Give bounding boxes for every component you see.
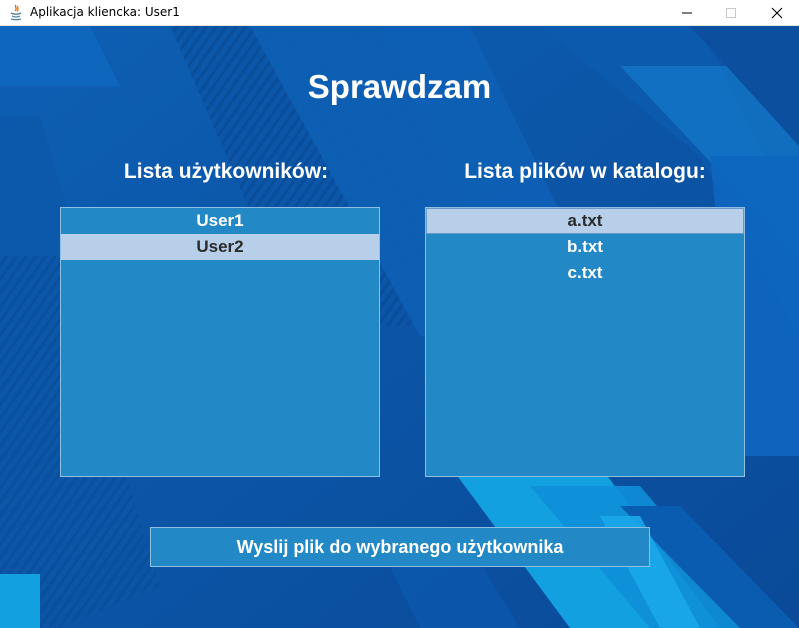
page-title: Sprawdzam bbox=[307, 68, 492, 105]
maximize-button[interactable] bbox=[708, 0, 754, 26]
main-panel: Sprawdzam Lista użytkowników: Lista plik… bbox=[0, 26, 799, 628]
minimize-icon bbox=[682, 12, 692, 14]
window-titlebar[interactable]: Aplikacja kliencka: User1 bbox=[0, 0, 799, 26]
close-button[interactable] bbox=[754, 0, 799, 26]
minimize-button[interactable] bbox=[664, 0, 710, 26]
files-list-label: Lista plików w katalogu: bbox=[464, 160, 706, 183]
users-list[interactable]: User1 User2 bbox=[60, 207, 380, 477]
window-title: Aplikacja kliencka: User1 bbox=[30, 5, 180, 19]
java-icon bbox=[10, 4, 22, 21]
close-icon bbox=[771, 7, 783, 19]
file-list-item[interactable]: c.txt bbox=[426, 260, 744, 286]
user-list-item[interactable]: User2 bbox=[61, 234, 379, 260]
maximize-icon bbox=[726, 8, 736, 18]
send-file-button-label: Wyslij plik do wybranego użytkownika bbox=[236, 536, 564, 557]
users-list-label: Lista użytkowników: bbox=[123, 160, 329, 183]
send-file-button[interactable]: Wyslij plik do wybranego użytkownika bbox=[150, 527, 650, 567]
file-list-item[interactable]: a.txt bbox=[426, 208, 744, 234]
files-list[interactable]: a.txt b.txt c.txt bbox=[425, 207, 745, 477]
file-list-item[interactable]: b.txt bbox=[426, 234, 744, 260]
user-list-item[interactable]: User1 bbox=[61, 208, 379, 234]
